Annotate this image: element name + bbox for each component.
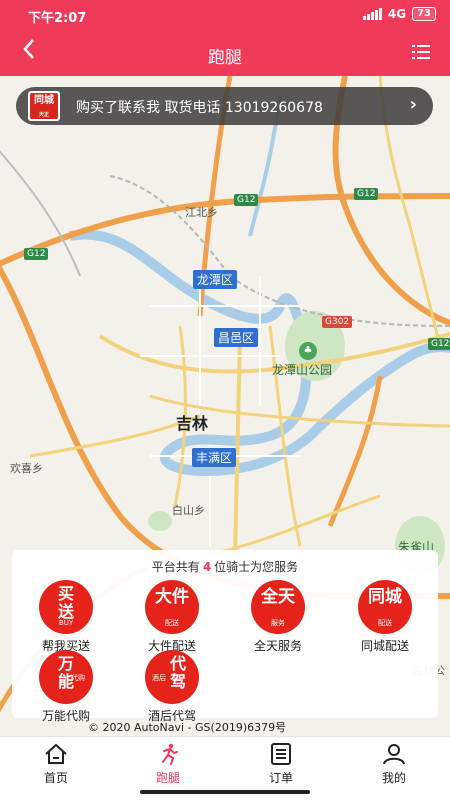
district-longtan: 龙潭区 [193,270,238,289]
road-badge-g12-d: G12 [428,338,450,350]
universal-buy-icon: 万能 代购 [39,650,93,704]
map-copyright: © 2020 AutoNavi - GS(2019)6379号 [88,721,287,734]
tab-label: 跑腿 [155,771,180,785]
service-icon-subtext: 代购 [71,674,85,682]
shop-logo-sub: 天正 [38,112,49,118]
district-fengman: 丰满区 [192,448,237,467]
service-label: 同城配送 [360,639,409,653]
tab-label: 订单 [268,771,293,785]
service-icon-text: 万能 [57,654,74,691]
service-icon-subtext: 配送 [165,619,179,627]
signal-icon [362,8,382,20]
service-icon-subtext: BUY [58,619,74,627]
tab-label: 我的 [381,771,406,785]
chevron-right-icon[interactable]: › [410,94,417,115]
designated-driver-icon: 代驾 酒后 [145,650,199,704]
profile-icon [382,743,406,765]
shop-logo-badge: 同城 天正 [30,93,58,119]
all-day-icon: 全天 服务 [251,580,305,634]
road-badge-g12-b: G12 [354,188,379,200]
service-large-item[interactable]: 大件 配送 大件配送 [132,580,212,654]
tab-orders[interactable]: 订单 [241,743,321,786]
order-icon [269,743,293,765]
service-universal-buy[interactable]: 万能 代购 万能代购 [26,650,106,724]
status-indicators: 4G 73 [362,7,436,21]
district-changyi: 昌邑区 [214,328,259,347]
rider-count-prefix: 平台共有 [151,560,200,574]
service-icon-text: 买送 [57,584,74,621]
service-all-day[interactable]: 全天 服务 全天服务 [238,580,318,654]
park-pin-icon: ♣ [299,342,317,360]
status-bar: 下午2:07 4G 73 [0,0,450,30]
road-badge-g12-a: G12 [234,194,259,206]
service-designated-driver[interactable]: 代驾 酒后 酒后代驾 [132,650,212,724]
service-icon-text: 代驾 [169,654,186,691]
tab-home[interactable]: 首页 [16,743,96,786]
large-item-icon: 大件 配送 [145,580,199,634]
page-title: 跑腿 [208,48,242,68]
list-icon[interactable] [412,45,430,59]
place-label-huanxi: 欢喜乡 [10,462,43,475]
notice-text: 购买了联系我 取货电话 13019260678 [76,100,323,116]
place-label-baishan: 白山乡 [172,504,205,517]
service-panel: 平台共有 4 位骑士为您服务 买送 BUY 帮我买送 大件 配送 大件配送 全天 服… [12,550,438,723]
tab-errand[interactable]: 跑腿 [128,743,208,786]
road-badge-g302: G302 [322,316,353,328]
nav-bar: 跑腿 [0,30,450,76]
home-icon [44,743,68,765]
road-badge-g12-c: G12 [24,248,49,260]
home-indicator [140,790,310,794]
rider-count: 4 [202,560,212,574]
place-label-jiangbei: 江北乡 [185,206,218,219]
service-icon-text: 大件 [155,587,189,607]
status-time: 下午2:07 [28,11,87,26]
tab-profile[interactable]: 我的 [354,743,434,786]
rider-count-header: 平台共有 4 位骑士为您服务 [12,558,438,575]
service-icon-text: 全天 [261,587,295,607]
service-icon-subtext: 服务 [271,619,285,627]
service-icon-subtext: 配送 [378,619,392,627]
service-same-city[interactable]: 同城 配送 同城配送 [345,580,425,654]
place-label-longtan-park: 龙潭山公园 [272,363,333,377]
service-label: 全天服务 [253,639,302,653]
shop-logo-text: 同城 [34,95,54,106]
service-icon-text: 同城 [368,587,402,607]
runner-icon [156,743,180,765]
service-icon-subtext: 酒后 [152,674,166,682]
same-city-icon: 同城 配送 [358,580,412,634]
notice-banner[interactable]: 同城 天正 购买了联系我 取货电话 13019260678 › [16,87,433,125]
buy-deliver-icon: 买送 BUY [39,580,93,634]
tab-label: 首页 [43,771,68,785]
battery-icon: 73 [412,7,436,21]
network-type: 4G [387,7,407,21]
service-buy-deliver[interactable]: 买送 BUY 帮我买送 [26,580,106,654]
shop-logo: 同城 天正 [28,91,60,121]
rider-count-suffix: 位骑士为您服务 [214,560,299,574]
city-label: 吉林 [176,414,209,433]
